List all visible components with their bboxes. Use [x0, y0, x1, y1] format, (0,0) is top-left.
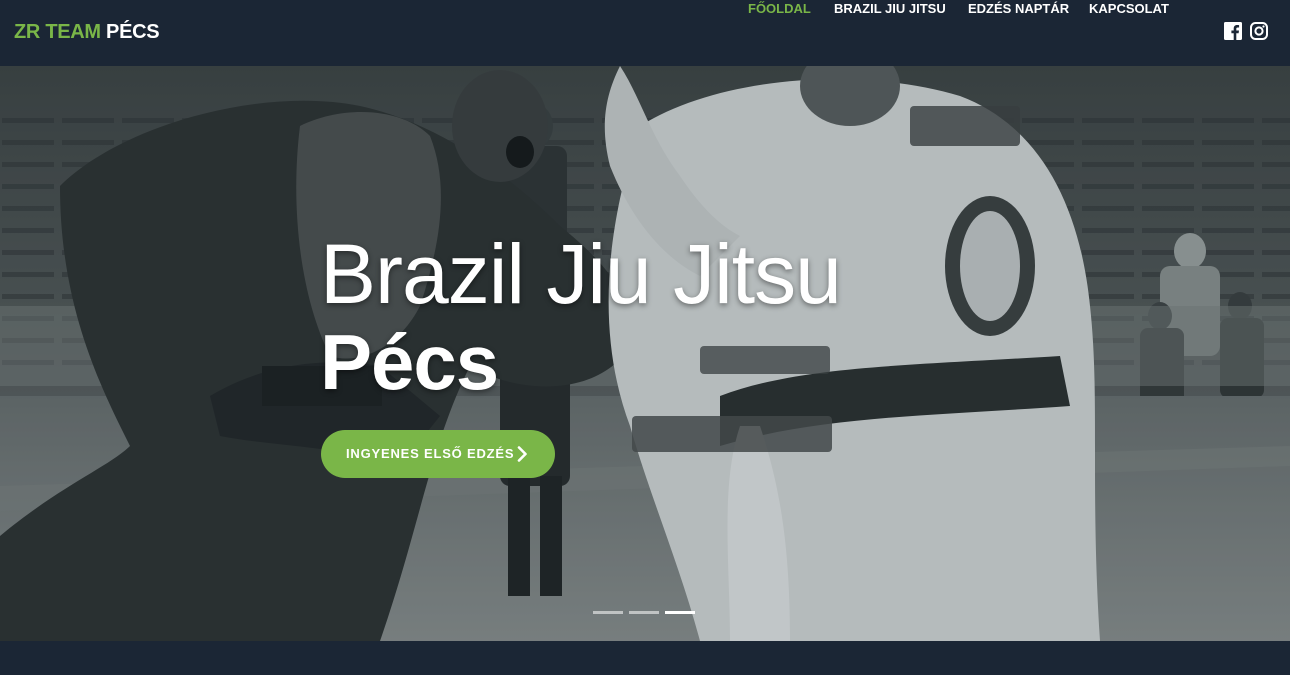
- brand-name-part1: ZR TEAM: [14, 21, 101, 43]
- chevron-right-icon: [517, 446, 527, 462]
- brand-logo[interactable]: ZR TEAM PÉCS: [14, 20, 160, 44]
- free-first-training-button[interactable]: INGYENES ELSŐ EDZÉS: [321, 430, 555, 478]
- brand-name-part2: PÉCS: [106, 21, 160, 43]
- slider-dot-2[interactable]: [629, 611, 659, 614]
- instagram-icon[interactable]: [1250, 22, 1268, 40]
- hero-slider: Brazil Jiu Jitsu Pécs INGYENES ELSŐ EDZÉ…: [0, 66, 1290, 641]
- hero-title-line2: Pécs: [320, 318, 499, 406]
- hero-overlay: [0, 66, 1290, 641]
- facebook-icon[interactable]: [1224, 22, 1242, 40]
- nav-item-home[interactable]: FŐOLDAL: [748, 0, 811, 18]
- nav-item-contact[interactable]: KAPCSOLAT: [1089, 0, 1169, 18]
- cta-label: INGYENES ELSŐ EDZÉS: [346, 446, 515, 461]
- nav-item-schedule[interactable]: EDZÉS NAPTÁR: [968, 0, 1069, 18]
- navbar: ZR TEAM PÉCS FŐOLDAL BRAZIL JIU JITSU ED…: [0, 0, 1290, 66]
- hero-title-line1: Brazil Jiu Jitsu: [320, 227, 842, 321]
- section-band: [0, 641, 1290, 675]
- slider-dot-3[interactable]: [665, 611, 695, 614]
- nav-item-bjj[interactable]: BRAZIL JIU JITSU: [834, 0, 946, 18]
- slider-dot-1[interactable]: [593, 611, 623, 614]
